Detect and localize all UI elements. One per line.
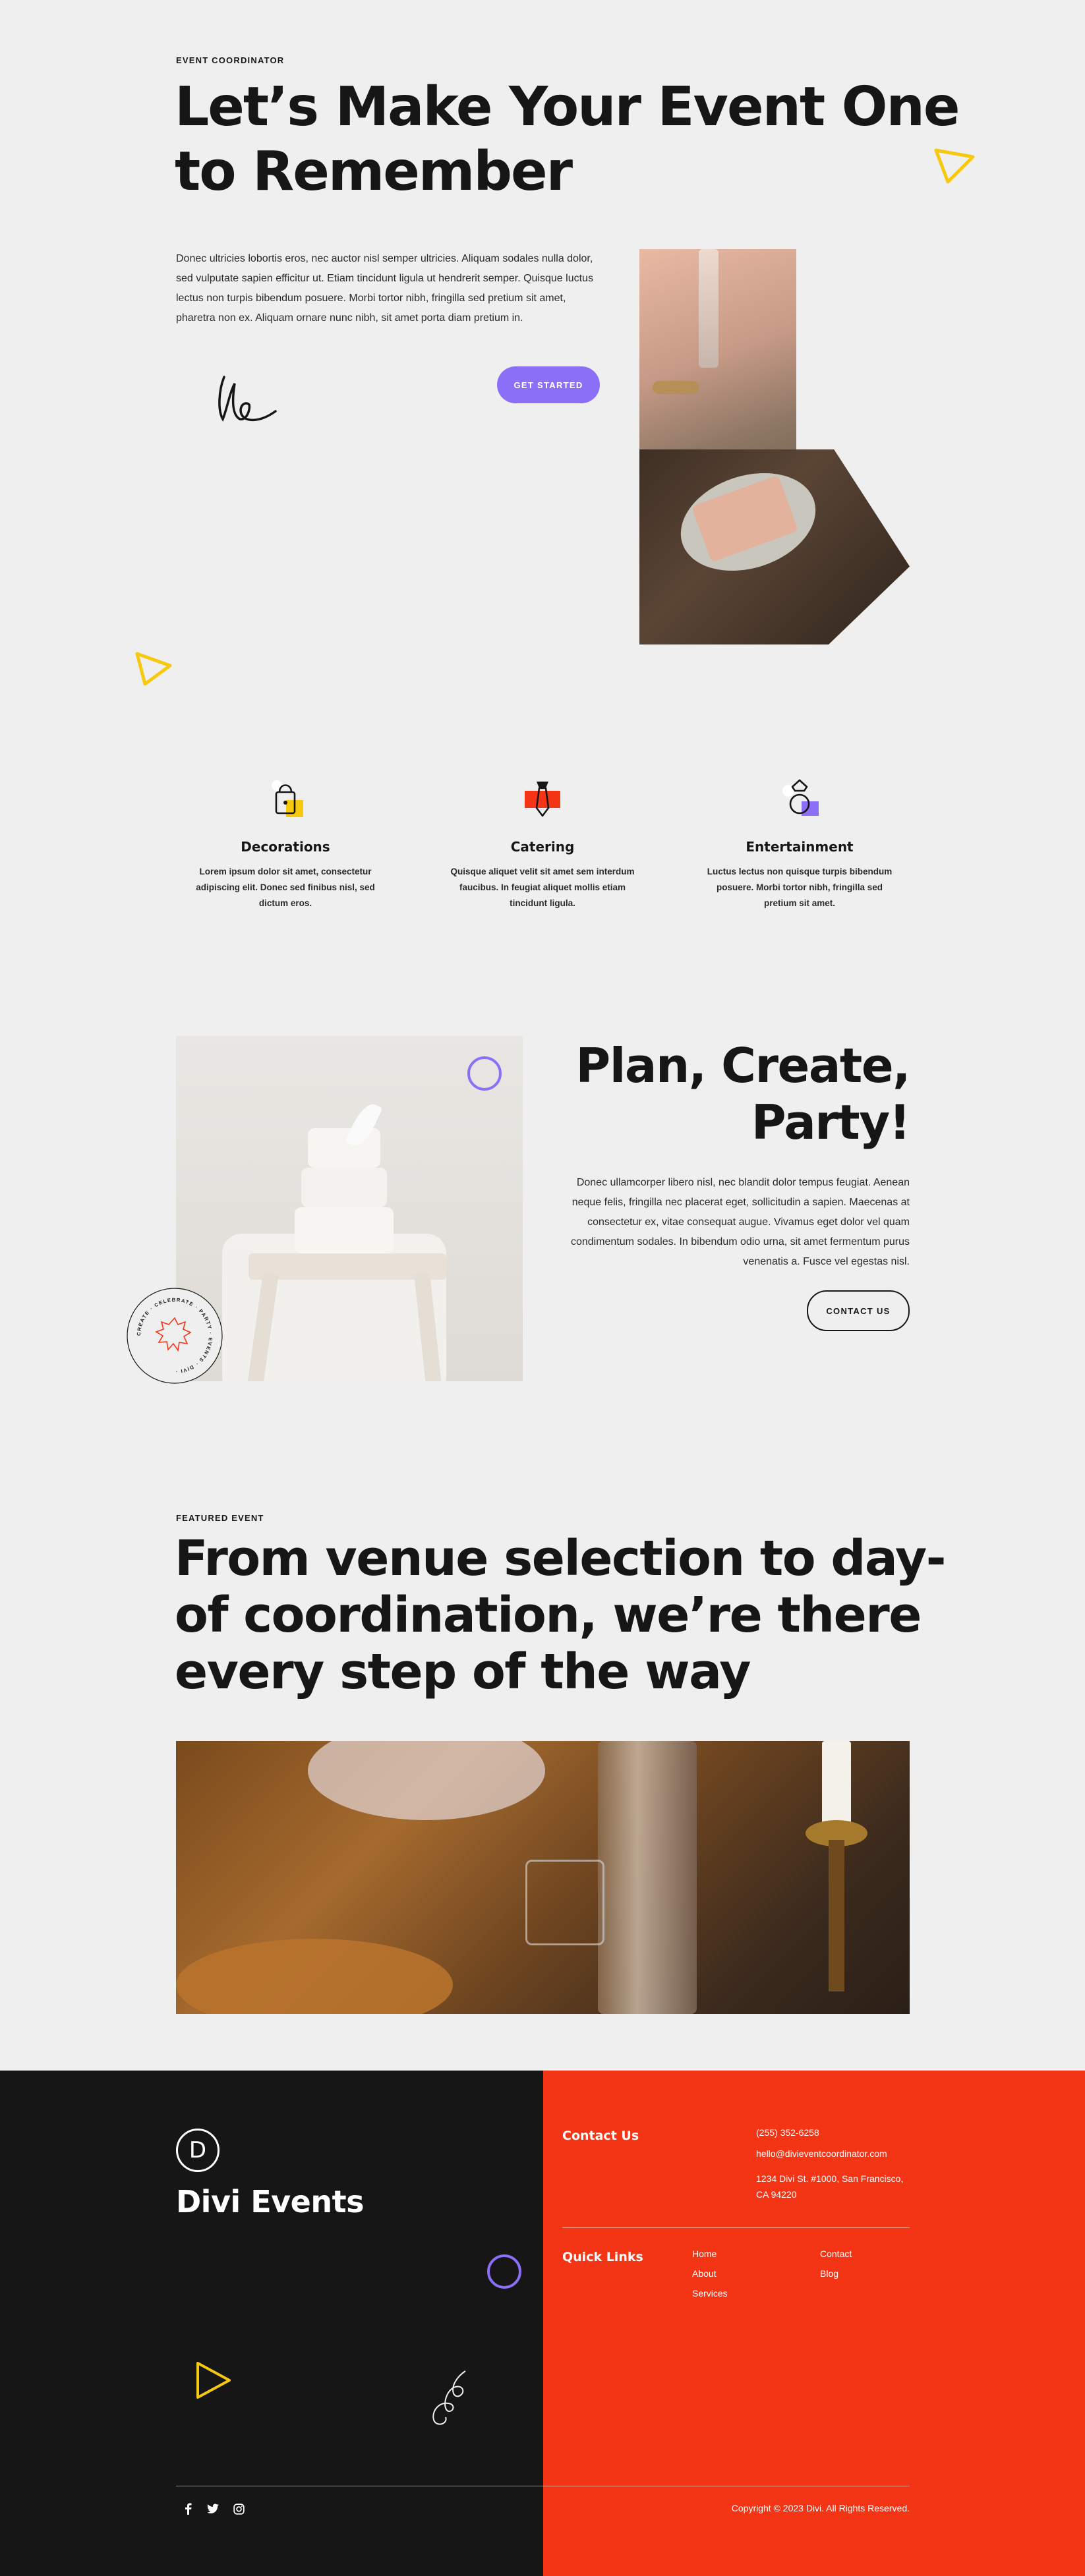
featured-title-line2: of coordination, we’re there — [175, 1587, 922, 1644]
featured-title: From venue selection to day- of coordina… — [175, 1530, 966, 1700]
service-desc: Quisque aliquet velit sit amet sem inter… — [450, 867, 635, 908]
footer-link-services[interactable]: Services — [692, 2288, 728, 2299]
address-line2: CA 94220 — [756, 2189, 797, 2200]
featured-image — [176, 1741, 910, 2014]
featured-title-line3: every step of the way — [175, 1644, 751, 1700]
copyright-text: Copyright © 2023 Divi. All Rights Reserv… — [731, 2503, 910, 2513]
hero-title: Let’s Make Your Event One to Remember — [175, 75, 966, 204]
service-desc: Lorem ipsum dolor sit amet, consectetur … — [196, 867, 375, 908]
footer-divider — [562, 2227, 910, 2228]
ring-icon — [782, 779, 819, 816]
plan-title-line1: Plan, Create, — [575, 1038, 910, 1093]
hero-title-line1: Let’s Make Your Event One — [175, 76, 960, 138]
facebook-icon[interactable] — [183, 2503, 192, 2515]
divi-logo[interactable]: D — [176, 2129, 220, 2172]
squiggle-shape-icon — [432, 2370, 466, 2425]
footer-phone[interactable]: (255) 352-6258 — [756, 2127, 819, 2138]
service-title: Entertainment — [746, 839, 854, 855]
service-title: Catering — [510, 839, 575, 855]
plan-title-line2: Party! — [751, 1095, 911, 1150]
quick-links-col1: Home About Services — [692, 2248, 728, 2299]
quick-links-heading: Quick Links — [562, 2250, 643, 2264]
twitter-icon[interactable] — [207, 2504, 219, 2514]
circle-shape-icon — [487, 2254, 521, 2289]
tie-icon — [525, 782, 560, 817]
hero-paragraph: Donec ultricies lobortis eros, nec aucto… — [176, 253, 593, 324]
service-desc: Luctus lectus non quisque turpis bibendu… — [707, 867, 893, 908]
featured-title-line1: From venue selection to day- — [175, 1530, 947, 1587]
footer-brand: Divi Events — [176, 2184, 364, 2219]
celebrate-badge-icon: CREATE · CELEBRATE · PARTY · EVENTS · DI… — [127, 1288, 223, 1384]
plan-title: Plan, Create, Party! — [547, 1037, 910, 1151]
service-catering: Catering Quisque aliquet velit sit amet … — [444, 775, 641, 911]
service-decorations: Decorations Lorem ipsum dolor sit amet, … — [187, 775, 384, 911]
contact-us-button[interactable]: CONTACT US — [807, 1290, 910, 1331]
instagram-icon[interactable] — [233, 2503, 245, 2515]
triangle-shape-icon — [135, 652, 172, 686]
service-title: Decorations — [241, 839, 330, 855]
quick-links-col2: Contact Blog — [820, 2248, 852, 2279]
signature-squiggle-icon — [218, 376, 277, 422]
footer-right-panel — [543, 2071, 1085, 2576]
lock-bag-icon — [272, 780, 303, 817]
footer-link-about[interactable]: About — [692, 2268, 728, 2279]
footer-link-home[interactable]: Home — [692, 2248, 728, 2259]
footer-address: 1234 Divi St. #1000, San Francisco, CA 9… — [756, 2171, 903, 2202]
service-entertainment: Entertainment Luctus lectus non quisque … — [701, 775, 898, 911]
hero-eyebrow: EVENT COORDINATOR — [176, 55, 285, 65]
get-started-button[interactable]: GET STARTED — [497, 366, 600, 403]
footer-link-blog[interactable]: Blog — [820, 2268, 852, 2279]
plan-paragraph: Donec ullamcorper libero nisl, nec bland… — [570, 1177, 910, 1267]
triangle-shape-icon — [934, 148, 975, 184]
footer-email[interactable]: hello@divieventcoordinator.com — [756, 2148, 887, 2159]
featured-eyebrow: FEATURED EVENT — [176, 1513, 264, 1523]
contact-heading: Contact Us — [562, 2129, 639, 2143]
hero-image-bottom — [639, 449, 910, 644]
triangle-shape-icon — [196, 2362, 231, 2399]
address-line1: 1234 Divi St. #1000, San Francisco, — [756, 2173, 904, 2184]
circle-shape-icon — [467, 1056, 502, 1091]
hero-title-line2: to Remember — [175, 140, 573, 203]
footer-left-panel — [0, 2071, 543, 2576]
social-links — [183, 2503, 245, 2515]
footer-link-contact[interactable]: Contact — [820, 2248, 852, 2259]
